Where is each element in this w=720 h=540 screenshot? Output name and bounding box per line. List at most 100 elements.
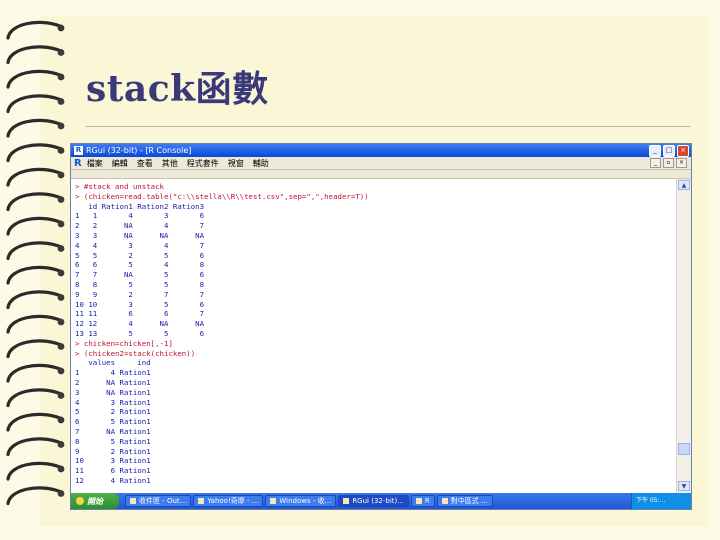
binding-hole xyxy=(57,147,65,154)
child-close-button[interactable]: × xyxy=(676,158,687,168)
console-output-line: 2 NA Ration1 xyxy=(75,377,151,387)
binding-hole xyxy=(57,49,65,56)
binding-ring xyxy=(6,412,62,432)
binding-hole xyxy=(57,73,65,81)
menubar: R 檔案 編輯 查看 其他 程式套件 視窗 輔助 _ ▫ × xyxy=(71,157,691,170)
binding-hole xyxy=(57,269,65,277)
r-console[interactable]: > #stack and unstack > (chicken=read.tabl… xyxy=(71,179,676,493)
app-icon xyxy=(270,498,277,504)
binding-hole xyxy=(57,245,65,252)
slide: stack函數 R RGui (32-bit) - [R Console] _ … xyxy=(0,0,720,540)
binding-hole xyxy=(57,98,65,105)
binding-ring xyxy=(6,167,62,187)
binding-hole xyxy=(57,367,65,375)
binding-ring xyxy=(6,265,62,285)
menu-misc[interactable]: 其他 xyxy=(162,158,178,169)
binding-hole xyxy=(57,465,65,473)
binding-ring xyxy=(6,314,62,334)
app-icon xyxy=(441,498,448,504)
binding-ring xyxy=(6,290,62,310)
binding-hole xyxy=(57,416,65,424)
binding-ring xyxy=(6,339,62,359)
toolbar xyxy=(71,170,691,179)
taskbar: 開始 收件匣 - Out... Yahoo!奇摩 - ... Windows -… xyxy=(71,493,691,509)
console-output-line: 1 1 4 3 6 xyxy=(75,211,205,221)
console-output-line: 8 5 Ration1 xyxy=(75,436,151,446)
window-title: RGui (32-bit) - [R Console] xyxy=(86,146,192,155)
binding-hole xyxy=(57,122,65,130)
console-output-line: 11 11 6 6 7 xyxy=(75,309,205,319)
task-outlook[interactable]: 收件匣 - Out... xyxy=(125,495,192,507)
binding-ring xyxy=(6,45,62,65)
console-output-line: 11 6 Ration1 xyxy=(75,466,151,476)
app-icon xyxy=(130,498,136,504)
console-command-line: > (chicken2=stack(chicken)) xyxy=(75,348,196,358)
tray-clock: 下午 05:... xyxy=(636,497,666,504)
menu-file[interactable]: 檔案 xyxy=(87,158,103,169)
console-output-line: 5 2 Ration1 xyxy=(75,407,151,417)
binding-ring xyxy=(6,437,62,457)
binding-ring xyxy=(6,241,62,261)
start-label: 開始 xyxy=(87,496,103,506)
console-output-line: 6 5 Ration1 xyxy=(75,417,151,427)
binding-ring xyxy=(6,461,62,481)
menu-view[interactable]: 查看 xyxy=(137,158,153,169)
console-output-line: 9 2 Ration1 xyxy=(75,446,151,456)
app-icon xyxy=(198,498,205,504)
console-output-line: 3 3 NA NA NA xyxy=(75,230,205,240)
console-output-line: 4 3 Ration1 xyxy=(75,397,151,407)
slide-title: stack函數 xyxy=(86,68,269,110)
console-output: > #stack and unstack > (chicken=read.tabl… xyxy=(75,182,676,486)
console-output-line: 8 8 5 5 8 xyxy=(75,279,205,289)
scroll-up-arrow-icon[interactable]: ▲ xyxy=(678,180,690,190)
console-output-line: 10 3 Ration1 xyxy=(75,456,151,466)
binding-ring xyxy=(6,192,62,212)
windows-logo-icon xyxy=(76,497,84,505)
binding-ring xyxy=(6,94,62,114)
window-titlebar: R RGui (32-bit) - [R Console] _ □ × xyxy=(71,144,691,157)
binding-hole xyxy=(57,220,65,228)
console-output-line: 1 4 Ration1 xyxy=(75,368,151,378)
vertical-scrollbar[interactable]: ▲ ▼ xyxy=(676,179,691,493)
menu-edit[interactable]: 編輯 xyxy=(112,158,128,169)
console-output-line: 2 2 NA 4 7 xyxy=(75,221,205,231)
task-r[interactable]: R xyxy=(410,495,435,507)
binding-ring xyxy=(6,363,62,383)
scroll-down-arrow-icon[interactable]: ▼ xyxy=(678,481,690,491)
binding-hole xyxy=(57,196,65,203)
console-command-line: > (chicken=read.table("c:\\stella\\R\\te… xyxy=(75,191,369,201)
console-output-line: 13 13 5 5 6 xyxy=(75,328,205,338)
task-rgui[interactable]: RGui (32-bit)... xyxy=(338,495,409,507)
binding-hole xyxy=(57,490,65,497)
binding-hole xyxy=(57,318,65,326)
console-output-line: 12 12 4 NA NA xyxy=(75,319,205,329)
child-minimize-button[interactable]: _ xyxy=(650,158,661,168)
binding-ring xyxy=(6,216,62,236)
close-button[interactable]: × xyxy=(677,144,689,157)
system-tray: 下午 05:... xyxy=(631,493,691,509)
console-output-line: 6 6 5 4 8 xyxy=(75,260,205,270)
minimize-button[interactable]: _ xyxy=(649,144,661,157)
binding-hole xyxy=(57,24,65,32)
menu-packages[interactable]: 程式套件 xyxy=(187,158,219,169)
menu-help[interactable]: 輔助 xyxy=(253,158,269,169)
console-output-line: 7 7 NA 5 6 xyxy=(75,270,205,280)
task-yahoo[interactable]: Yahoo!奇摩 - ... xyxy=(193,495,264,507)
binding-hole xyxy=(57,294,65,301)
task-other[interactable]: 對中區式 ... xyxy=(436,495,493,507)
binding-hole xyxy=(57,441,65,448)
menu-windows[interactable]: 視窗 xyxy=(228,158,244,169)
binding-hole xyxy=(57,171,65,179)
binding-ring xyxy=(6,388,62,408)
scroll-thumb[interactable] xyxy=(678,443,690,455)
start-button[interactable]: 開始 xyxy=(71,493,119,509)
console-output-line: 9 9 2 7 7 xyxy=(75,289,205,299)
task-windows[interactable]: Windows - 收... xyxy=(265,495,337,507)
child-restore-button[interactable]: ▫ xyxy=(663,158,674,168)
maximize-button[interactable]: □ xyxy=(663,144,675,157)
console-output-line: id Ration1 Ration2 Ration3 xyxy=(75,201,205,211)
binding-ring xyxy=(6,69,62,89)
console-output-line: 10 10 3 5 6 xyxy=(75,299,205,309)
r-logo-icon: R xyxy=(74,157,82,169)
binding-hole xyxy=(57,343,65,350)
